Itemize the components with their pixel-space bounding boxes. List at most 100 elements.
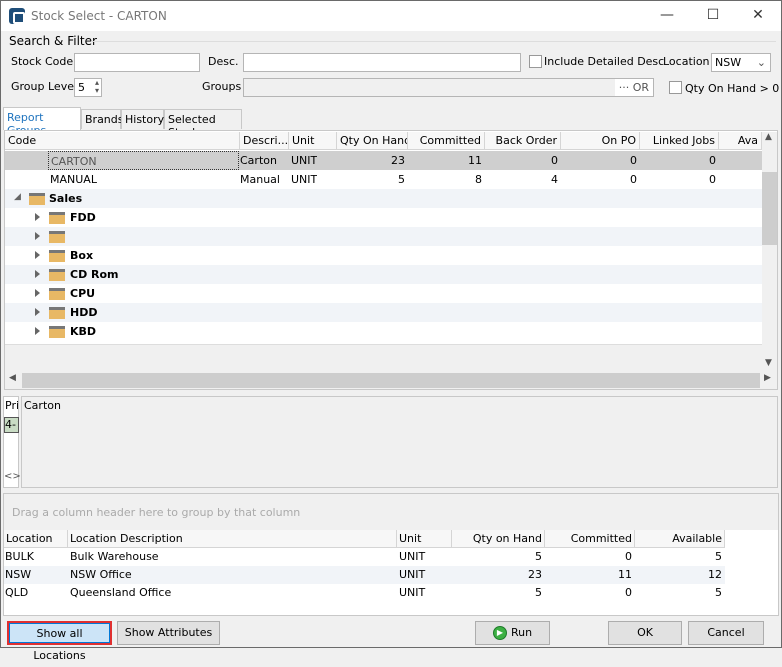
cell-available: 5 <box>715 550 722 563</box>
group-row[interactable]: HDD <box>5 303 762 322</box>
expand-arrow-icon[interactable] <box>35 213 40 221</box>
qty-on-hand-checkbox[interactable] <box>669 81 682 94</box>
side-panel: Pri 4-F <> <box>3 396 21 488</box>
stock-row-manual[interactable]: MANUAL Manual UNIT 5 8 4 0 0 <box>5 170 762 189</box>
group-label: Sales <box>49 192 83 205</box>
expand-arrow-icon[interactable] <box>35 251 40 259</box>
col-unit[interactable]: Unit <box>289 132 337 150</box>
tab-brands[interactable]: Brands <box>81 109 124 129</box>
col-location[interactable]: Location <box>4 530 68 548</box>
group-row[interactable] <box>5 227 762 246</box>
col-back-order[interactable]: Back Order <box>485 132 561 150</box>
maximize-button[interactable]: ☐ <box>703 7 723 23</box>
cell-qty: 5 <box>398 173 405 186</box>
scroll-right-icon[interactable]: ▶ <box>764 373 771 383</box>
cell-location: NSW <box>5 568 32 581</box>
stock-code-input[interactable] <box>74 53 200 72</box>
col-description[interactable]: Descri... <box>240 132 289 150</box>
col-on-po[interactable]: On PO <box>561 132 640 150</box>
cell-qty: 23 <box>528 568 542 581</box>
scrollbar-thumb[interactable] <box>22 373 760 388</box>
vertical-scrollbar[interactable]: ▲ ▼ <box>762 132 777 372</box>
location-label: Location <box>663 55 710 68</box>
scrollbar-thumb[interactable] <box>762 172 777 245</box>
side-value[interactable]: 4-F <box>4 417 19 433</box>
expand-arrow-icon[interactable] <box>35 308 40 316</box>
col-available[interactable]: Available <box>635 530 725 548</box>
expand-arrow-icon[interactable] <box>35 289 40 297</box>
expand-arrow-icon[interactable] <box>35 270 40 278</box>
folder-icon <box>49 212 65 224</box>
stock-tree-grid: Code Descri... Unit Qty On Hand Committe… <box>4 130 778 390</box>
group-row-sales[interactable]: ◢ Sales <box>5 189 762 208</box>
play-icon: ▶ <box>492 626 507 640</box>
group-row[interactable]: Box <box>5 246 762 265</box>
col-committed[interactable]: Committed <box>408 132 485 150</box>
desc-input[interactable] <box>243 53 521 72</box>
col-qty-on-hand[interactable]: Qty On Hand <box>337 132 408 150</box>
cell-unit: UNIT <box>399 568 426 581</box>
expand-arrow-icon[interactable] <box>35 327 40 335</box>
show-all-locations-button[interactable]: Show all Locations <box>7 621 112 662</box>
folder-icon <box>49 269 65 281</box>
cell-committed: 0 <box>625 586 632 599</box>
cell-back-order: 0 <box>551 154 558 167</box>
show-attributes-button[interactable]: Show Attributes <box>117 621 220 645</box>
cancel-button[interactable]: Cancel <box>688 621 764 645</box>
close-button[interactable]: ✕ <box>748 7 768 23</box>
spinner-arrows-icon[interactable]: ▴ ▾ <box>95 79 99 95</box>
description-memo[interactable]: Carton <box>21 396 778 488</box>
run-button[interactable]: ▶ Run <box>475 621 550 645</box>
group-label: Box <box>70 249 94 262</box>
include-detailed-desc-checkbox[interactable] <box>529 55 542 68</box>
stock-row-carton[interactable]: CARTON Carton UNIT 23 11 0 0 0 <box>5 151 762 170</box>
location-row[interactable]: QLD Queensland Office UNIT 5 0 5 <box>1 584 723 602</box>
group-label: HDD <box>70 306 98 319</box>
cell-desc: Carton <box>240 154 277 167</box>
desc-label: Desc. <box>208 55 239 68</box>
group-row[interactable]: FDD <box>5 208 762 227</box>
groups-input[interactable]: ··· OR <box>243 78 654 97</box>
group-row[interactable]: KBD <box>5 322 762 341</box>
cell-committed: 0 <box>625 550 632 563</box>
group-level-spinner[interactable]: 5 ▴ ▾ <box>74 78 102 97</box>
tab-history[interactable]: History <box>121 109 164 129</box>
location-select[interactable]: NSW ⌄ <box>711 53 771 72</box>
group-row[interactable]: CPU <box>5 284 762 303</box>
cell-unit: UNIT <box>399 550 426 563</box>
resize-arrows-icon[interactable]: <> <box>4 471 21 482</box>
col-committed[interactable]: Committed <box>545 530 635 548</box>
tab-report-groups[interactable]: Report Groups <box>3 107 81 137</box>
horizontal-scrollbar[interactable]: ◀ ▶ <box>5 372 777 389</box>
minimize-button[interactable]: — <box>657 7 677 23</box>
groups-or-button[interactable]: ··· OR <box>614 79 653 96</box>
location-row[interactable]: NSW NSW Office UNIT 23 11 12 <box>4 566 725 584</box>
search-filter-heading: Search & Filter <box>9 34 97 48</box>
folder-icon <box>49 288 65 300</box>
side-header: Pri <box>5 399 20 412</box>
col-code[interactable]: Code <box>5 132 240 150</box>
scroll-left-icon[interactable]: ◀ <box>9 373 16 383</box>
group-row[interactable]: CD Rom <box>5 265 762 284</box>
col-location-description[interactable]: Location Description <box>68 530 397 548</box>
scroll-down-icon[interactable]: ▼ <box>765 358 772 368</box>
tab-selected-stock[interactable]: Selected Stock <box>164 109 242 139</box>
chevron-down-icon: ⌄ <box>756 56 766 69</box>
col-linked-jobs[interactable]: Linked Jobs <box>640 132 719 150</box>
group-label: CD Rom <box>70 268 119 281</box>
collapse-arrow-icon[interactable]: ◢ <box>14 192 21 202</box>
group-label: KBD <box>70 325 97 338</box>
grid-empty-area <box>5 344 762 372</box>
scroll-up-icon[interactable]: ▲ <box>765 132 772 142</box>
col-unit[interactable]: Unit <box>397 530 452 548</box>
location-row[interactable]: BULK Bulk Warehouse UNIT 5 0 5 <box>1 548 723 566</box>
col-qty-on-hand[interactable]: Qty on Hand <box>452 530 545 548</box>
folder-icon <box>49 250 65 262</box>
location-value: NSW <box>715 56 742 69</box>
cell-code: CARTON <box>48 151 239 170</box>
col-available[interactable]: Ava <box>719 132 762 150</box>
expand-arrow-icon[interactable] <box>35 232 40 240</box>
ok-button[interactable]: OK <box>608 621 682 645</box>
cell-committed: 11 <box>468 154 482 167</box>
cell-available: 12 <box>708 568 722 581</box>
